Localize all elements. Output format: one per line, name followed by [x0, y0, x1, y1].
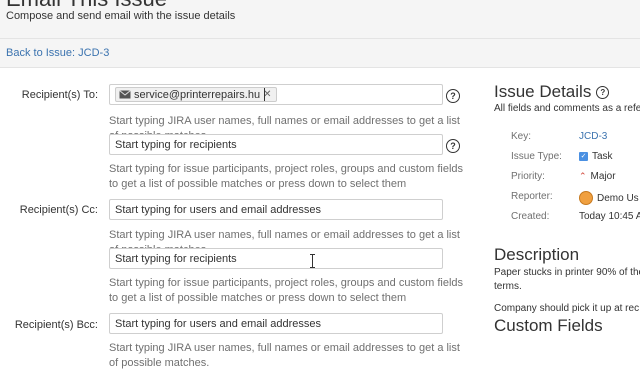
detail-priority-label: Priority: [511, 171, 545, 182]
recipients-cc-placeholder: Start typing for users and email address… [115, 204, 322, 216]
description-line-3: Company should pick it up at rec [494, 303, 640, 314]
reporter-value[interactable]: Demo Us [597, 193, 639, 204]
created-value: Today 10:45 A [579, 211, 640, 222]
description-title: Description [494, 245, 580, 264]
description-line-1: Paper stucks in printer 90% of the [494, 267, 640, 278]
recipients-search-placeholder-1: Start typing for recipients [115, 139, 237, 151]
priority-major-icon: ⌃ [579, 171, 587, 181]
recipients-search-help-2: Start typing for issue participants, pro… [109, 277, 464, 304]
recipients-to-label: Recipient(s) To: [21, 89, 98, 101]
page-header: Email This Issue Compose and send email … [0, 0, 640, 38]
recipients-search-placeholder-2: Start typing for recipients [115, 253, 237, 265]
recipients-cc-field[interactable]: Start typing for users and email address… [109, 199, 443, 220]
avatar [579, 191, 593, 205]
text-cursor-icon [310, 254, 315, 268]
page-subtitle: Compose and send email with the issue de… [6, 10, 236, 22]
back-to-issue-link[interactable]: Back to Issue: JCD-3 [6, 47, 109, 59]
text-caret [264, 88, 265, 101]
back-bar: Back to Issue: JCD-3 [0, 38, 640, 68]
issue-details-subtitle: All fields and comments as a refe [494, 103, 640, 114]
recipients-to-field[interactable]: service@printerrepairs.hu ✕ [109, 84, 443, 105]
priority-value: Major [590, 171, 616, 182]
task-icon: ✓ [579, 152, 588, 161]
recipients-bcc-field[interactable]: Start typing for users and email address… [109, 313, 443, 334]
recipients-bcc-label: Recipient(s) Bcc: [14, 319, 98, 331]
detail-key-label: Key: [511, 131, 532, 142]
detail-reporter-label: Reporter: [511, 191, 553, 202]
recipients-bcc-placeholder: Start typing for users and email address… [115, 318, 322, 330]
recipients-cc-label: Recipient(s) Cc: [19, 204, 98, 216]
issue-type-value: Task [592, 151, 613, 162]
question-circle-icon[interactable]: ? [446, 139, 460, 153]
envelope-icon [119, 90, 131, 99]
recipients-bcc-help: Start typing JIRA user names, full names… [109, 342, 460, 369]
recipients-search-help-1: Start typing for issue participants, pro… [109, 163, 464, 190]
recipient-chip: service@printerrepairs.hu ✕ [115, 87, 277, 102]
question-circle-icon[interactable]: ? [596, 85, 610, 99]
custom-fields-title: Custom Fields [494, 316, 603, 335]
recipients-search-field-1[interactable]: Start typing for recipients [109, 134, 443, 155]
issue-key-link[interactable]: JCD-3 [579, 131, 607, 142]
description-line-2: terms. [494, 281, 522, 292]
issue-details-panel: Issue Details ? All fields and comments … [494, 80, 640, 360]
detail-type-label: Issue Type: [511, 151, 562, 162]
recipient-chip-email: service@printerrepairs.hu [134, 88, 261, 101]
recipients-search-field-2[interactable]: Start typing for recipients [109, 248, 443, 269]
detail-created-label: Created: [511, 211, 550, 222]
issue-details-title: Issue Details [494, 82, 592, 101]
question-circle-icon[interactable]: ? [446, 89, 460, 103]
